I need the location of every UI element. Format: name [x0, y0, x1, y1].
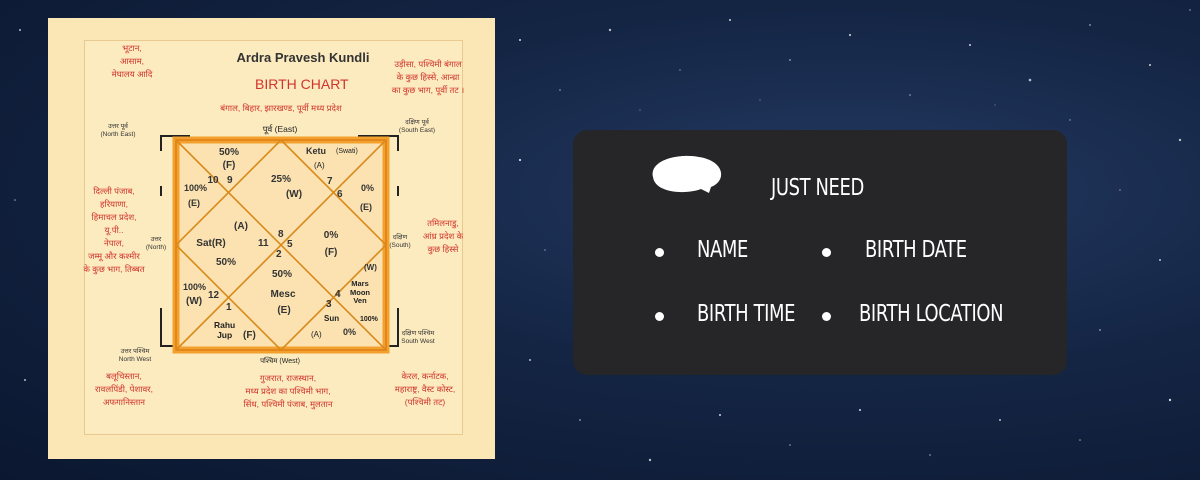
- swati-label: (Swati): [336, 148, 358, 155]
- house-5: 5: [287, 239, 293, 250]
- bullet-dot: [655, 312, 664, 321]
- birth-chart-card: Ardra Pravesh Kundli BIRTH CHART बंगाल, …: [48, 18, 495, 459]
- sat-pct: 50%: [215, 257, 237, 268]
- right-house-e: (E): [360, 202, 372, 212]
- bottom-left-pct: 100%: [183, 282, 207, 292]
- bottom-a-label: (A): [311, 330, 322, 339]
- bullet-dot: [822, 312, 831, 321]
- mars-moon-ven-label: Mars Moon Ven: [350, 279, 370, 305]
- mid-right-f: (F): [324, 247, 338, 258]
- house-1: 1: [226, 302, 232, 313]
- house-3: 3: [326, 299, 332, 310]
- mid-right-pct: 0%: [323, 230, 339, 241]
- right-w-label: (W): [364, 263, 377, 272]
- just-need-heading: JUST NEED: [771, 175, 864, 201]
- center-bottom-pct: 50%: [271, 269, 293, 280]
- mesc-label: Mesc: [270, 289, 296, 300]
- sun-label: Sun: [324, 314, 340, 323]
- left-house-pct: 100%: [184, 183, 208, 193]
- bullet-dot: [655, 248, 664, 257]
- house-1-pct: 50%: [218, 147, 240, 158]
- house-12: 12: [208, 290, 220, 301]
- house-11: 11: [258, 238, 269, 249]
- house-a-label: (A): [234, 221, 248, 232]
- left-house-e: (E): [188, 198, 200, 208]
- rahu-jup-label: Rahu Jup: [214, 320, 236, 340]
- ketu-label: Ketu: [306, 146, 326, 156]
- house-7: 7: [327, 176, 333, 187]
- kundli-diagram: [160, 135, 399, 354]
- center-top-pct: 25%: [270, 174, 292, 185]
- requirements-card: JUST NEED NAME BIRTH DATE BIRTH TIME BIR…: [573, 130, 1067, 375]
- item-birth-time: BIRTH TIME: [697, 301, 796, 327]
- right-house-pct: 0%: [361, 183, 375, 193]
- house-4: 4: [335, 289, 341, 300]
- sat-label: Sat(R): [196, 238, 226, 249]
- house-8: 8: [278, 229, 284, 240]
- house-2: 2: [276, 249, 282, 260]
- speech-bubble-icon: [652, 155, 722, 193]
- mesc-e-label: (E): [277, 305, 291, 316]
- item-birth-date: BIRTH DATE: [865, 237, 967, 263]
- house-1-f: (F): [222, 160, 236, 171]
- house-6: 6: [337, 189, 343, 200]
- ketu-a-label: (A): [314, 161, 325, 170]
- bullet-dot: [822, 248, 831, 257]
- rahu-f-label: (F): [243, 330, 256, 341]
- item-name: NAME: [697, 237, 748, 263]
- sun-pct: 0%: [343, 327, 357, 337]
- house-numbers-10-9: 10 9: [207, 175, 233, 186]
- right-100-pct: 100%: [360, 316, 378, 323]
- bottom-left-w: (W): [186, 296, 203, 307]
- item-birth-location: BIRTH LOCATION: [859, 301, 1004, 327]
- center-top-w: (W): [285, 189, 303, 200]
